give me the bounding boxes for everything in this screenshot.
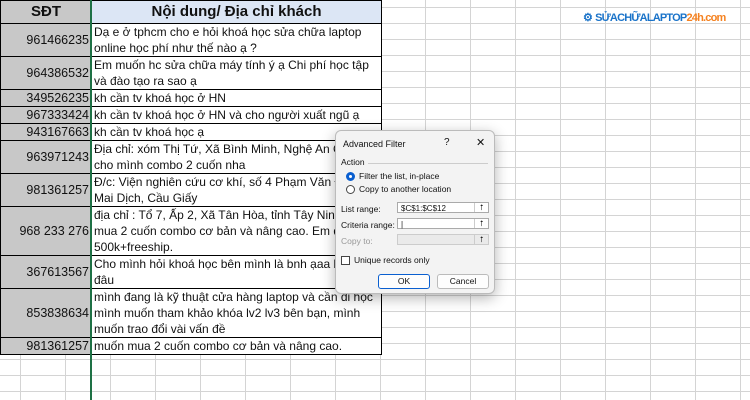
close-icon[interactable]: ✕ (476, 136, 485, 149)
cancel-button[interactable]: Cancel (437, 274, 489, 289)
radio-label: Filter the list, in-place (359, 171, 440, 181)
table-row: 981361257 Đ/c: Viện nghiên cứu cơ khí, số… (0, 173, 382, 207)
content-cell[interactable]: Dạ e ở tphcm cho e hỏi khoá học sửa chữa… (91, 23, 382, 57)
table-row: 367613567 Cho mình hỏi khoá học bên mình … (0, 255, 382, 289)
checkbox-box (341, 255, 350, 265)
action-group-label: Action (341, 157, 365, 167)
table-row: 853838634 mình đang là kỹ thuật cửa hàng … (0, 288, 382, 338)
phone-cell[interactable]: 367613567 (0, 255, 92, 289)
divider (368, 163, 488, 164)
content-cell[interactable]: muốn mua 2 cuốn combo cơ bản và nâng cao… (91, 337, 382, 355)
radio-filter-in-place[interactable]: Filter the list, in-place (346, 171, 439, 181)
radio-copy-to-location[interactable]: Copy to another location (346, 184, 451, 194)
dialog-title: Advanced Filter (343, 139, 406, 149)
gear-icon: ⚙ (583, 12, 593, 24)
content-cell[interactable]: Em muốn hc sửa chữa máy tính ý ạ Chi phí… (91, 56, 382, 90)
collapse-arrow-icon[interactable]: ⭡ (474, 219, 488, 228)
criteria-range-input[interactable]: | ⭡ (397, 218, 489, 229)
table-row: 961466235 Dạ e ở tphcm cho e hỏi khoá học… (0, 23, 382, 57)
phone-cell[interactable]: 963971243 (0, 140, 92, 174)
copy-to-label: Copy to: (341, 236, 373, 246)
brand-logo: ⚙ SỬACHỮALAPTOP24h.com (583, 11, 738, 25)
table-row: 349526235 kh cần tv khoá học ở HN (0, 89, 382, 107)
logo-text: SỬACHỮALAPTOP (595, 11, 687, 24)
phone-cell[interactable]: 853838634 (0, 288, 92, 338)
text-cursor: | (401, 220, 404, 229)
advanced-filter-dialog: Advanced Filter ? ✕ Action Filter the li… (335, 130, 495, 294)
help-button[interactable]: ? (444, 137, 450, 148)
list-range-input[interactable]: $C$1:$C$12 ⭡ (397, 202, 489, 213)
list-range-value: $C$1:$C$12 (401, 204, 446, 213)
content-cell[interactable]: kh cần tv khoá học ở HN và cho người xuấ… (91, 106, 382, 124)
table-row: 967333424 kh cần tv khoá học ở HN và cho … (0, 106, 382, 124)
ok-button[interactable]: OK (378, 274, 430, 289)
table-row: 968 233 276 địa chỉ : Tổ 7, Ấp 2, Xã Tân … (0, 206, 382, 256)
phone-cell[interactable]: 964386532 (0, 56, 92, 90)
phone-cell[interactable]: 981361257 (0, 337, 92, 355)
checkbox-label: Unique records only (354, 255, 430, 265)
table-row: 963971243 Địa chỉ: xóm Thị Tứ, Xã Bình Mi… (0, 140, 382, 174)
unique-records-checkbox[interactable]: Unique records only (341, 255, 430, 265)
copy-to-input: ⭡ (397, 234, 489, 245)
phone-cell[interactable]: 961466235 (0, 23, 92, 57)
radio-label: Copy to another location (359, 184, 452, 194)
table-row: 943167663 kh cần tv khoá học ạ (0, 123, 382, 141)
collapse-arrow-icon[interactable]: ⭡ (474, 203, 488, 212)
radio-selected (346, 171, 355, 181)
radio-unselected (346, 184, 355, 194)
header-content[interactable]: Nội dung/ Địa chỉ khách (91, 0, 382, 24)
column-selection-border (90, 0, 92, 400)
data-table: SĐT Nội dung/ Địa chỉ khách 961466235 Dạ … (0, 0, 382, 355)
phone-cell[interactable]: 968 233 276 (0, 206, 92, 256)
phone-cell[interactable]: 349526235 (0, 89, 92, 107)
phone-cell[interactable]: 981361257 (0, 173, 92, 207)
header-phone[interactable]: SĐT (0, 0, 92, 24)
table-row: 964386532 Em muốn hc sửa chữa máy tính ý … (0, 56, 382, 90)
criteria-range-label: Criteria range: (341, 220, 395, 230)
collapse-arrow-icon: ⭡ (474, 235, 488, 244)
logo-domain: 24h.com (686, 11, 726, 24)
content-cell[interactable]: kh cần tv khoá học ở HN (91, 89, 382, 107)
phone-cell[interactable]: 967333424 (0, 106, 92, 124)
table-row: 981361257 muốn mua 2 cuốn combo cơ bản và… (0, 337, 382, 355)
content-cell[interactable]: mình đang là kỹ thuật cửa hàng laptop và… (91, 288, 382, 338)
phone-cell[interactable]: 943167663 (0, 123, 92, 141)
list-range-label: List range: (341, 204, 381, 214)
